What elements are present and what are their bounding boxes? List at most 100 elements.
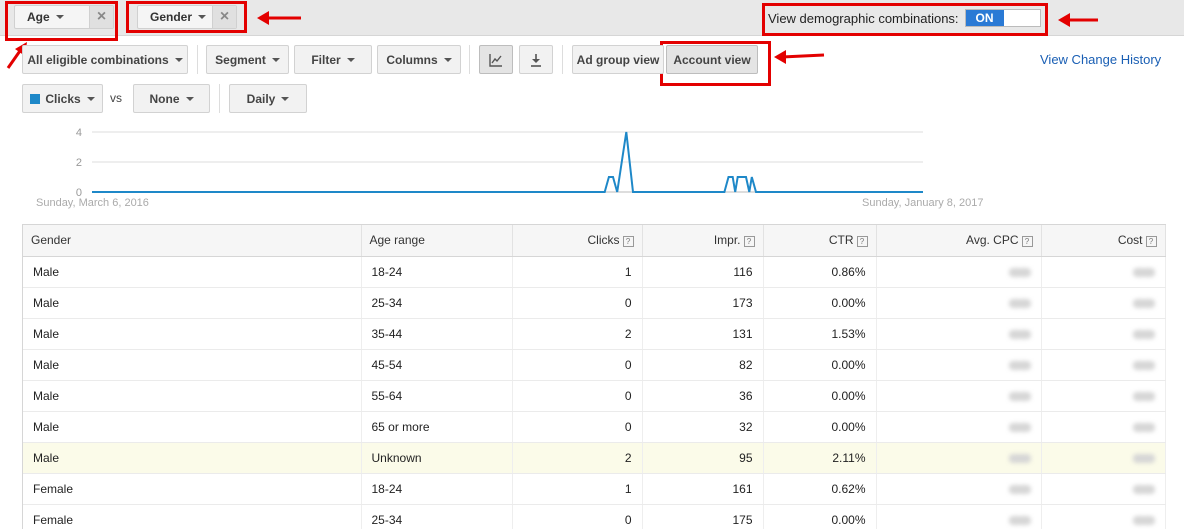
table-row[interactable]: Female 18-24 1 161 0.62% bbox=[23, 473, 1166, 505]
cell-ctr: 0.86% bbox=[763, 256, 877, 288]
account-view-button[interactable]: Account view bbox=[666, 45, 758, 74]
help-icon[interactable]: ? bbox=[1145, 235, 1157, 247]
cell-impressions: 173 bbox=[642, 287, 764, 319]
period-dropdown[interactable]: Daily bbox=[229, 84, 307, 113]
annotation-box-age bbox=[5, 1, 118, 41]
redacted-value bbox=[1008, 267, 1031, 277]
table-row[interactable]: Male 18-24 1 116 0.86% bbox=[23, 256, 1166, 288]
cell-clicks: 0 bbox=[512, 380, 643, 412]
cell-ctr: 0.00% bbox=[763, 411, 877, 443]
cell-impressions: 82 bbox=[642, 349, 764, 381]
redacted-value bbox=[1008, 298, 1031, 308]
cell-clicks: 2 bbox=[512, 318, 643, 350]
cell-avg-cpc-redacted bbox=[876, 256, 1042, 288]
help-icon[interactable]: ? bbox=[856, 235, 868, 247]
column-header-clicks[interactable]: Clicks? bbox=[512, 225, 643, 257]
column-header-cost[interactable]: Cost? bbox=[1041, 225, 1166, 257]
cell-age-range: Unknown bbox=[361, 442, 513, 474]
toolbar-divider bbox=[219, 84, 220, 113]
cell-impressions: 95 bbox=[642, 442, 764, 474]
cell-avg-cpc-redacted bbox=[876, 380, 1042, 412]
column-header-avg-cpc[interactable]: Avg. CPC? bbox=[876, 225, 1042, 257]
chart-start-date: Sunday, March 6, 2016 bbox=[36, 197, 149, 209]
cell-cost-redacted bbox=[1041, 504, 1166, 529]
column-header-age-range[interactable]: Age range bbox=[361, 225, 513, 257]
cell-cost-redacted bbox=[1041, 380, 1166, 412]
cell-clicks: 1 bbox=[512, 256, 643, 288]
vs-label: vs bbox=[110, 91, 122, 105]
help-icon[interactable]: ? bbox=[743, 235, 755, 247]
secondary-metric-dropdown[interactable]: None bbox=[133, 84, 210, 113]
line-chart-icon bbox=[489, 53, 502, 67]
chevron-down-icon bbox=[346, 57, 355, 62]
table-row[interactable]: Male 25-34 0 173 0.00% bbox=[23, 287, 1166, 319]
redacted-value bbox=[1132, 391, 1155, 401]
table-header-row: Gender Age range Clicks? Impr.? CTR? Avg… bbox=[23, 225, 1166, 257]
toolbar-divider bbox=[469, 45, 470, 74]
help-icon[interactable]: ? bbox=[622, 235, 634, 247]
account-view-label: Account view bbox=[673, 52, 751, 67]
y-tick-label: 4 bbox=[76, 127, 82, 139]
filter-button[interactable]: Filter bbox=[294, 45, 372, 74]
column-header-impressions[interactable]: Impr.? bbox=[642, 225, 764, 257]
chevron-down-icon bbox=[185, 96, 194, 101]
cell-cost-redacted bbox=[1041, 411, 1166, 443]
download-icon bbox=[531, 53, 541, 67]
redacted-value bbox=[1132, 453, 1155, 463]
ad-group-view-button[interactable]: Ad group view bbox=[572, 45, 664, 74]
segment-button[interactable]: Segment bbox=[206, 45, 289, 74]
clicks-line-chart: 420 bbox=[76, 127, 923, 199]
table-body: Male 18-24 1 116 0.86% Male 25-34 0 173 0.00% Male… bbox=[23, 256, 1166, 529]
chevron-down-icon bbox=[86, 96, 95, 101]
cell-avg-cpc-redacted bbox=[876, 411, 1042, 443]
cell-impressions: 161 bbox=[642, 473, 764, 505]
cell-age-range: 35-44 bbox=[361, 318, 513, 350]
help-icon[interactable]: ? bbox=[1021, 235, 1033, 247]
cell-gender: Male bbox=[23, 256, 362, 288]
view-change-history-link[interactable]: View Change History bbox=[1040, 52, 1161, 67]
cell-avg-cpc-redacted bbox=[876, 349, 1042, 381]
chart-toggle-button[interactable] bbox=[479, 45, 513, 74]
columns-label: Columns bbox=[386, 52, 438, 67]
download-button[interactable] bbox=[519, 45, 553, 74]
cell-impressions: 36 bbox=[642, 380, 764, 412]
redacted-value bbox=[1132, 484, 1155, 494]
annotation-box-demographic bbox=[762, 3, 1048, 36]
period-label: Daily bbox=[246, 91, 276, 106]
table-row[interactable]: Male Unknown 2 95 2.11% bbox=[23, 442, 1166, 474]
series-color-swatch bbox=[30, 93, 41, 104]
table-row[interactable]: Male 35-44 2 131 1.53% bbox=[23, 318, 1166, 350]
redacted-value bbox=[1132, 267, 1155, 277]
redacted-value bbox=[1008, 422, 1031, 432]
redacted-value bbox=[1008, 515, 1031, 525]
cell-cost-redacted bbox=[1041, 287, 1166, 319]
cell-age-range: 45-54 bbox=[361, 349, 513, 381]
cell-ctr: 0.00% bbox=[763, 504, 877, 529]
cell-gender: Female bbox=[23, 473, 362, 505]
cell-ctr: 0.62% bbox=[763, 473, 877, 505]
table-row[interactable]: Male 45-54 0 82 0.00% bbox=[23, 349, 1166, 381]
annotation-arrow-icon bbox=[257, 11, 301, 25]
column-header-ctr[interactable]: CTR? bbox=[763, 225, 877, 257]
cell-impressions: 32 bbox=[642, 411, 764, 443]
cell-gender: Male bbox=[23, 442, 362, 474]
combinations-dropdown[interactable]: All eligible combinations bbox=[22, 45, 188, 74]
column-header-gender[interactable]: Gender bbox=[23, 225, 362, 257]
redacted-value bbox=[1132, 298, 1155, 308]
ad-group-view-label: Ad group view bbox=[576, 52, 660, 67]
cell-gender: Male bbox=[23, 411, 362, 443]
table-row[interactable]: Female 25-34 0 175 0.00% bbox=[23, 504, 1166, 529]
redacted-value bbox=[1008, 484, 1031, 494]
chart-end-date: Sunday, January 8, 2017 bbox=[862, 197, 984, 209]
chevron-down-icon bbox=[271, 57, 280, 62]
segment-label: Segment bbox=[215, 52, 266, 67]
cell-avg-cpc-redacted bbox=[876, 442, 1042, 474]
table-row[interactable]: Male 55-64 0 36 0.00% bbox=[23, 380, 1166, 412]
cell-impressions: 116 bbox=[642, 256, 764, 288]
cell-clicks: 0 bbox=[512, 411, 643, 443]
columns-button[interactable]: Columns bbox=[377, 45, 461, 74]
table-row[interactable]: Male 65 or more 0 32 0.00% bbox=[23, 411, 1166, 443]
primary-metric-dropdown[interactable]: Clicks bbox=[22, 84, 103, 113]
cell-age-range: 25-34 bbox=[361, 287, 513, 319]
redacted-value bbox=[1008, 453, 1031, 463]
